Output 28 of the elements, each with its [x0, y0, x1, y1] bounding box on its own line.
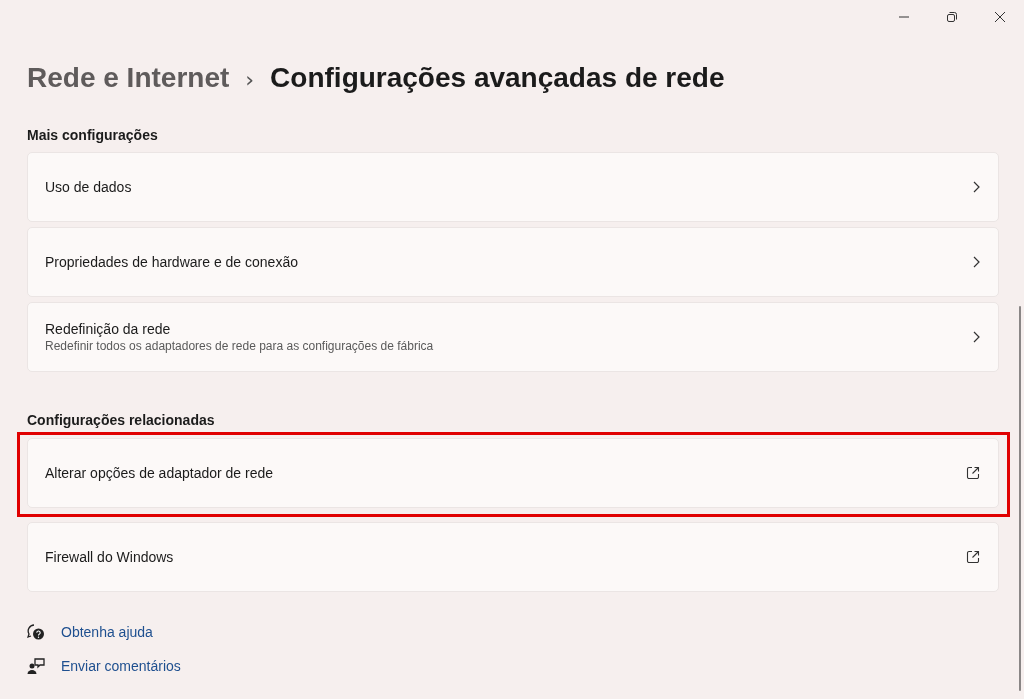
breadcrumb-parent[interactable]: Rede e Internet — [27, 62, 230, 94]
page-title: Configurações avançadas de rede — [270, 62, 725, 94]
settings-row[interactable]: Alterar opções de adaptador de rede — [27, 438, 999, 508]
external-link-icon — [966, 466, 980, 480]
row-label: Propriedades de hardware e de conexão — [45, 254, 298, 270]
help-icon — [27, 623, 45, 641]
help-link[interactable]: Obtenha ajuda — [61, 624, 153, 640]
row-label: Redefinição da rede — [45, 321, 172, 337]
settings-row[interactable]: Propriedades de hardware e de conexão — [27, 227, 999, 297]
row-description: Redefinir todos os adaptadores de rede para as configurações de fábrica — [45, 339, 434, 353]
settings-row[interactable]: Redefinição da rede Redefinir todos os adaptadores de rede para as configurações de fábrica — [27, 302, 999, 372]
close-icon — [994, 11, 1006, 23]
section-title: Configurações relacionadas — [27, 412, 216, 430]
settings-row[interactable]: Uso de dados — [27, 152, 999, 222]
chevron-right-icon — [973, 181, 980, 193]
row-label: Alterar opções de adaptador de rede — [45, 465, 274, 481]
help-link[interactable]: Enviar comentários — [61, 658, 181, 674]
breadcrumb-separator: › — [245, 67, 255, 92]
scrollbar[interactable] — [1019, 306, 1021, 691]
chevron-right-icon — [973, 256, 980, 268]
row-label: Firewall do Windows — [45, 549, 174, 565]
restore-icon — [946, 11, 958, 23]
chevron-right-icon — [973, 331, 980, 343]
settings-row[interactable]: Firewall do Windows — [27, 522, 999, 592]
feedback-icon — [27, 657, 45, 675]
row-label: Uso de dados — [45, 179, 132, 195]
external-link-icon — [966, 550, 980, 564]
section-title: Mais configurações — [27, 127, 159, 145]
